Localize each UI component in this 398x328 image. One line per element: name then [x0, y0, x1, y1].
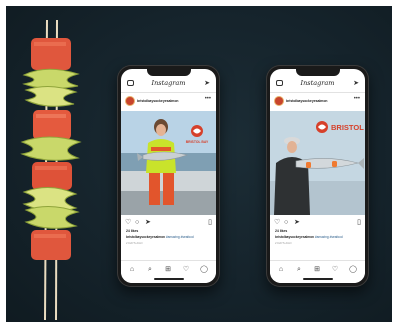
instagram-screen: Instagram ➤ bristolbaysockeyesalmon ••• …	[270, 69, 365, 283]
caption-hashtags[interactable]: #amazing #seafood	[315, 235, 343, 239]
like-count: 24 likes	[126, 229, 139, 233]
phone-mockup-1: Instagram ➤ bristolbaysockeyesalmon ••• …	[117, 65, 220, 287]
send-icon[interactable]: ➤	[353, 79, 359, 88]
post-photo[interactable]: BRISTOL BAY	[121, 111, 216, 215]
divider	[270, 92, 365, 93]
more-icon[interactable]: •••	[205, 96, 211, 103]
heart-tab-icon[interactable]: ♡	[330, 265, 340, 274]
comment-icon[interactable]: ○	[135, 219, 139, 227]
heart-tab-icon[interactable]: ♡	[181, 265, 191, 274]
home-icon[interactable]: ⌂	[276, 265, 286, 274]
salmon-skewer-image	[16, 20, 92, 320]
caption-hashtags[interactable]: #amazing #seafood	[166, 235, 194, 239]
more-icon[interactable]: •••	[354, 96, 360, 103]
post-actions: ♡ ○ ➤ ▯	[274, 219, 361, 228]
instagram-header: Instagram ➤	[121, 78, 216, 90]
divider	[121, 92, 216, 93]
phone-notch	[295, 69, 340, 76]
brand-logo-text: BRISTOL BAY	[331, 123, 365, 132]
instagram-screen: Instagram ➤ bristolbaysockeyesalmon ••• …	[121, 69, 216, 283]
caption-username[interactable]: bristolbaysockeyesalmon	[275, 235, 314, 239]
home-indicator	[302, 278, 333, 280]
caption-username[interactable]: bristolbaysockeyesalmon	[126, 235, 165, 239]
bookmark-icon[interactable]: ▯	[357, 219, 361, 227]
phone-notch	[146, 69, 191, 76]
send-icon[interactable]: ➤	[204, 79, 210, 88]
phone-mockup-2: Instagram ➤ bristolbaysockeyesalmon ••• …	[266, 65, 369, 287]
post-caption: bristolbaysockeyesalmon #amazing #seafoo…	[275, 235, 361, 240]
post-photo[interactable]: BRISTOL BAY	[270, 111, 365, 215]
promo-scene: Instagram ➤ bristolbaysockeyesalmon ••• …	[0, 0, 398, 328]
post-actions: ♡ ○ ➤ ▯	[125, 219, 212, 228]
post-username[interactable]: bristolbaysockeyesalmon	[286, 98, 327, 104]
post-header: bristolbaysockeyesalmon •••	[270, 96, 365, 108]
post-timestamp: 2 DAYS AGO	[126, 241, 143, 245]
home-indicator	[153, 278, 184, 280]
avatar[interactable]	[126, 97, 134, 105]
bookmark-icon[interactable]: ▯	[208, 219, 212, 227]
share-send-icon[interactable]: ➤	[294, 219, 300, 227]
instagram-header: Instagram ➤	[270, 78, 365, 90]
search-icon[interactable]: ⌕	[294, 265, 304, 274]
like-count: 24 likes	[275, 229, 288, 233]
post-timestamp: 2 DAYS AGO	[275, 241, 292, 245]
home-icon[interactable]: ⌂	[127, 265, 137, 274]
heart-icon[interactable]: ♡	[125, 219, 131, 227]
heart-icon[interactable]: ♡	[274, 219, 280, 227]
comment-icon[interactable]: ○	[284, 219, 288, 227]
post-header: bristolbaysockeyesalmon •••	[121, 96, 216, 108]
app-title: Instagram	[151, 79, 186, 87]
share-send-icon[interactable]: ➤	[145, 219, 151, 227]
post-caption: bristolbaysockeyesalmon #amazing #seafoo…	[126, 235, 212, 240]
search-icon[interactable]: ⌕	[145, 265, 155, 274]
profile-icon[interactable]: ◯	[348, 265, 358, 274]
app-title: Instagram	[300, 79, 335, 87]
add-post-icon[interactable]: ⊞	[163, 265, 173, 274]
bottom-tab-bar: ⌂ ⌕ ⊞ ♡ ◯	[270, 260, 365, 283]
bottom-tab-bar: ⌂ ⌕ ⊞ ♡ ◯	[121, 260, 216, 283]
post-username[interactable]: bristolbaysockeyesalmon	[137, 98, 178, 104]
add-post-icon[interactable]: ⊞	[312, 265, 322, 274]
brand-logo-text: BRISTOL BAY	[186, 140, 209, 144]
profile-icon[interactable]: ◯	[199, 265, 209, 274]
avatar[interactable]	[275, 97, 283, 105]
